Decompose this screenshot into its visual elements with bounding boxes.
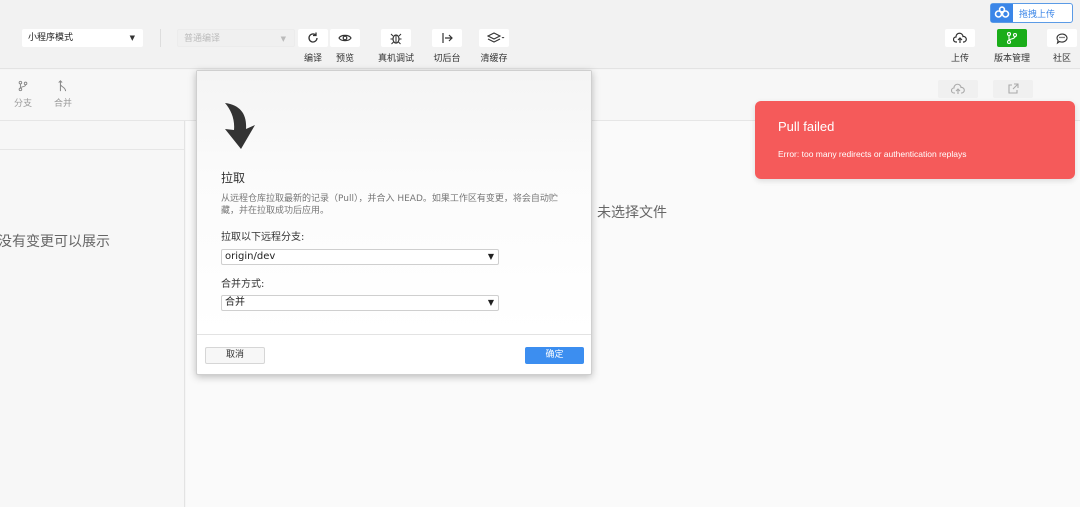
pull-dialog-body: 拉取 从远程仓库拉取最新的记录（Pull），并合入 HEAD。如果工作区有变更，… [197, 71, 591, 335]
switch-background-icon [432, 29, 462, 47]
toast-title: Pull failed [778, 119, 835, 134]
branch-button[interactable]: 分支 [12, 80, 34, 109]
toolbar-divider [160, 29, 161, 47]
community-button[interactable]: 社区 [1047, 29, 1077, 64]
chevron-down-icon: ▼ [487, 252, 494, 261]
dialog-title: 拉取 [221, 171, 246, 185]
top-toolbar: 小程序模式 ▼ 普通编译 ▼ 编译 预览 真机调试 切后台 清缓存 拖拽上传 上… [0, 0, 1080, 69]
community-label: 社区 [1052, 54, 1071, 64]
branch-label: 分支 [13, 99, 32, 109]
upload-button[interactable]: 上传 [945, 29, 975, 64]
pull-dialog: 拉取 从远程仓库拉取最新的记录（Pull），并合入 HEAD。如果工作区有变更，… [196, 70, 592, 375]
branch-icon [12, 80, 34, 96]
bug-icon [381, 29, 411, 47]
open-external-button[interactable] [993, 80, 1033, 98]
branch-icon [997, 29, 1027, 47]
switch-background-label: 切后台 [433, 54, 461, 64]
dialog-description: 从远程仓库拉取最新的记录（Pull），并合入 HEAD。如果工作区有变更，将会自… [221, 194, 558, 216]
compile-select[interactable]: 普通编译 ▼ [177, 29, 295, 47]
chevron-down-icon: ▼ [487, 298, 494, 307]
merge-button[interactable]: 合并 [52, 80, 74, 109]
no-changes-text: 没有变更可以展示 [0, 234, 110, 250]
mode-select-value: 小程序模式 [28, 33, 74, 43]
external-link-icon [1008, 83, 1019, 94]
chevron-down-icon: ▼ [280, 35, 286, 43]
layers-icon [479, 29, 509, 47]
error-toast[interactable]: Pull failed Error: too many redirects or… [755, 101, 1075, 179]
confirm-button[interactable]: 确定 [525, 347, 584, 364]
merge-mode-value: 合并 [225, 297, 245, 308]
clear-cache-button[interactable]: 清缓存 [478, 29, 510, 64]
compile-label: 编译 [303, 54, 322, 64]
remote-debug-label: 真机调试 [377, 54, 414, 64]
mode-select[interactable]: 小程序模式 ▼ [22, 29, 143, 47]
chat-icon [1047, 29, 1077, 47]
cloud-upload-icon [951, 83, 965, 94]
pull-arrow-icon [225, 103, 255, 149]
compile-select-value: 普通编译 [184, 34, 221, 44]
drag-upload-label: 拖拽上传 [1019, 10, 1056, 20]
changes-panel: 没有变更可以展示 [0, 121, 185, 507]
version-control-button[interactable]: 版本管理 [990, 29, 1034, 64]
preview-button[interactable]: 预览 [330, 29, 360, 64]
cloud-upload-icon [945, 29, 975, 47]
changes-panel-header [0, 121, 184, 150]
baidu-cloud-icon [991, 4, 1013, 22]
merge-mode-select[interactable]: 合并 ▼ [221, 295, 499, 311]
upload-label: 上传 [950, 54, 969, 64]
merge-label: 合并 [53, 99, 72, 109]
merge-mode-label: 合并方式: [221, 279, 265, 290]
remote-branch-label: 拉取以下远程分支: [221, 232, 305, 243]
eye-icon [330, 29, 360, 47]
push-button[interactable] [938, 80, 978, 98]
cancel-button[interactable]: 取消 [205, 347, 265, 364]
switch-background-button[interactable]: 切后台 [431, 29, 463, 64]
merge-icon [52, 80, 74, 96]
refresh-icon [298, 29, 328, 47]
clear-cache-label: 清缓存 [480, 54, 508, 64]
chevron-down-icon: ▼ [129, 34, 135, 42]
toast-message: Error: too many redirects or authenticat… [778, 149, 967, 159]
drag-upload-button[interactable]: 拖拽上传 [990, 3, 1073, 23]
remote-branch-value: origin/dev [225, 251, 276, 262]
version-control-label: 版本管理 [993, 54, 1030, 64]
remote-debug-button[interactable]: 真机调试 [377, 29, 415, 64]
preview-label: 预览 [335, 54, 354, 64]
compile-button[interactable]: 编译 [298, 29, 328, 64]
no-file-selected-text: 未选择文件 [597, 205, 667, 221]
remote-branch-select[interactable]: origin/dev ▼ [221, 249, 499, 265]
